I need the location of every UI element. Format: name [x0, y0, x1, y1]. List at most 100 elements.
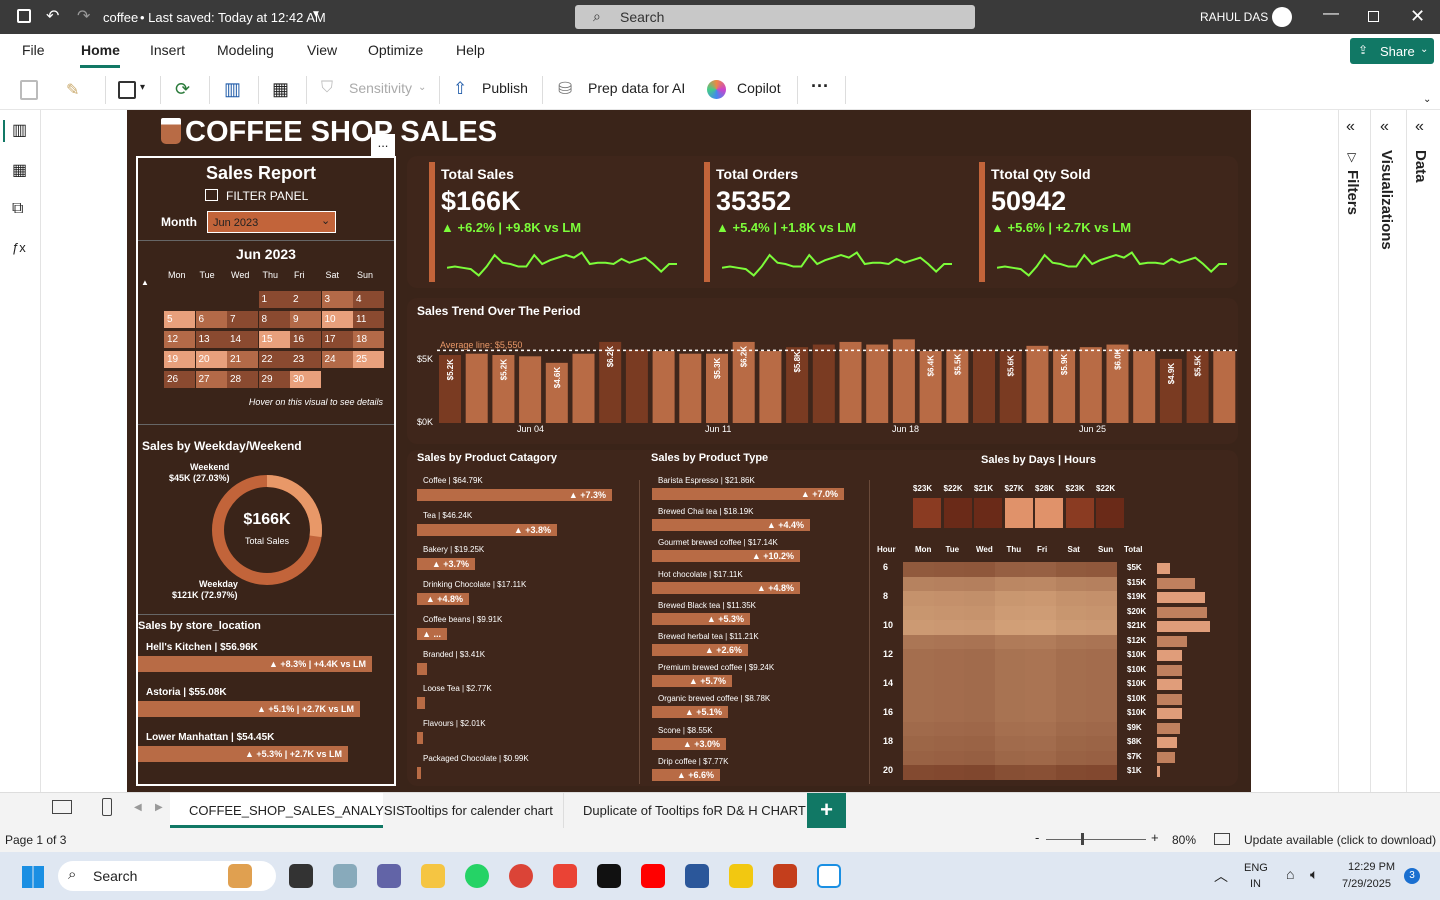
- heatmap-cell[interactable]: [903, 721, 934, 736]
- heatmap-cell[interactable]: [903, 692, 934, 707]
- product-type-bar[interactable]: ▲ +5.7%: [652, 675, 732, 688]
- heatmap-cell[interactable]: [994, 634, 1025, 649]
- hour-total-bar[interactable]: [1157, 621, 1210, 632]
- heatmap-cell[interactable]: [1025, 605, 1056, 620]
- mobile-layout-icon[interactable]: [102, 798, 112, 816]
- heatmap-cell[interactable]: [1086, 721, 1117, 736]
- chevron-down-icon[interactable]: ▼: [311, 9, 321, 20]
- hour-total-bar[interactable]: [1157, 635, 1188, 647]
- undo-icon[interactable]: ↶: [46, 6, 59, 26]
- heatmap-cell[interactable]: [1086, 591, 1117, 606]
- category-bar[interactable]: [417, 662, 427, 675]
- heatmap-cell[interactable]: [903, 707, 934, 722]
- region-indicator[interactable]: IN: [1250, 878, 1261, 890]
- heatmap-cell[interactable]: [994, 692, 1025, 707]
- heatmap-cell[interactable]: [933, 707, 964, 722]
- calendar-day[interactable]: 2: [290, 291, 321, 308]
- heatmap-cell[interactable]: [1055, 678, 1086, 693]
- trend-bar[interactable]: [812, 344, 835, 423]
- heatmap-cell[interactable]: [1025, 649, 1056, 664]
- minimize-icon[interactable]: —: [1323, 5, 1339, 23]
- product-type-bar[interactable]: ▲ +5.3%: [652, 612, 750, 625]
- heatmap-cell[interactable]: [1055, 576, 1086, 591]
- heatmap-cell[interactable]: [1055, 620, 1086, 635]
- hour-total-bar[interactable]: [1157, 722, 1180, 734]
- data-source-icon[interactable]: [118, 81, 136, 99]
- trend-bar[interactable]: [866, 344, 889, 423]
- heatmap-cell[interactable]: [964, 591, 995, 606]
- trend-bar[interactable]: [1026, 345, 1049, 423]
- heatmap-cell[interactable]: [1086, 707, 1117, 722]
- heatmap-cell[interactable]: [903, 620, 934, 635]
- heatmap-cell[interactable]: [964, 634, 995, 649]
- heatmap-cell[interactable]: [994, 620, 1025, 635]
- copilot-button[interactable]: Copilot: [737, 80, 781, 96]
- heatmap-cell[interactable]: [903, 562, 934, 577]
- product-type-bar[interactable]: ▲ +4.8%: [652, 581, 800, 594]
- heatmap-cell[interactable]: [1086, 663, 1117, 678]
- tab-coffee-shop-sales-analysis[interactable]: COFFEE_SHOP_SALES_ANALYSIS: [170, 793, 405, 828]
- trend-bar[interactable]: [679, 353, 702, 423]
- paste-icon[interactable]: [20, 80, 38, 100]
- heatmap-cell[interactable]: [933, 765, 964, 780]
- heatmap-cell[interactable]: [964, 649, 995, 664]
- calendar-day[interactable]: 29: [258, 371, 290, 388]
- day-total-bar[interactable]: [1096, 498, 1124, 528]
- visualizations-pane-tab[interactable]: Visualizations: [1378, 150, 1395, 250]
- heatmap-cell[interactable]: [964, 678, 995, 693]
- sensitivity-button[interactable]: Sensitivity: [349, 80, 412, 96]
- calendar-day[interactable]: 9: [290, 311, 321, 328]
- heatmap-cell[interactable]: [1025, 707, 1056, 722]
- format-painter-icon[interactable]: ✎: [66, 80, 79, 100]
- redo-icon[interactable]: ↷: [77, 6, 90, 26]
- calendar-day[interactable]: 25: [353, 351, 384, 368]
- data-pane-tab[interactable]: Data: [1412, 150, 1429, 183]
- calendar-day[interactable]: 27: [195, 371, 227, 388]
- heatmap-cell[interactable]: [1025, 678, 1056, 693]
- heatmap-cell[interactable]: [933, 576, 964, 591]
- day-total-bar[interactable]: [1004, 498, 1033, 528]
- heatmap-cell[interactable]: [994, 678, 1025, 693]
- heatmap-cell[interactable]: [964, 620, 995, 635]
- hour-total-bar[interactable]: [1157, 563, 1170, 574]
- product-type-bar[interactable]: ▲ +2.6%: [652, 644, 748, 656]
- calendar-day[interactable]: 6: [195, 311, 227, 328]
- volume-icon[interactable]: 🔈︎: [1310, 866, 1318, 883]
- calendar-day[interactable]: 11: [353, 311, 384, 328]
- trend-bar[interactable]: [1213, 351, 1236, 423]
- heatmap-cell[interactable]: [994, 721, 1025, 736]
- product-type-bar[interactable]: ▲ +5.1%: [652, 706, 728, 719]
- snipping-tool-icon[interactable]: [817, 864, 841, 888]
- product-type-bar[interactable]: ▲ +7.0%: [652, 488, 844, 500]
- heatmap-cell[interactable]: [1055, 721, 1086, 736]
- category-bar[interactable]: ▲ +7.3%: [417, 489, 612, 501]
- category-bar[interactable]: [417, 731, 423, 744]
- heatmap-cell[interactable]: [1025, 620, 1056, 635]
- heatmap-cell[interactable]: [933, 692, 964, 707]
- heatmap-cell[interactable]: [933, 562, 964, 577]
- heatmap-cell[interactable]: [994, 663, 1025, 678]
- zoom-in-button[interactable]: +: [1151, 830, 1159, 845]
- menu-help[interactable]: Help: [456, 42, 485, 58]
- calendar-day[interactable]: 1: [258, 291, 290, 308]
- heatmap-cell[interactable]: [1086, 736, 1117, 751]
- trend-bar[interactable]: [1133, 351, 1156, 423]
- hour-total-bar[interactable]: [1157, 664, 1183, 676]
- product-type-bar[interactable]: ▲ +3.0%: [652, 737, 726, 750]
- heatmap-cell[interactable]: [933, 591, 964, 606]
- heatmap-cell[interactable]: [1086, 765, 1117, 780]
- windows-start-icon[interactable]: [22, 866, 44, 888]
- prep-data-button[interactable]: Prep data for AI: [588, 80, 685, 96]
- heatmap-cell[interactable]: [994, 750, 1025, 765]
- network-icon[interactable]: ⌂: [1286, 866, 1294, 882]
- hour-total-bar[interactable]: [1157, 679, 1183, 690]
- heatmap-cell[interactable]: [903, 663, 934, 678]
- zoom-slider-thumb[interactable]: [1081, 833, 1084, 845]
- calendar-day[interactable]: 15: [258, 331, 290, 348]
- trend-bar[interactable]: [1079, 347, 1102, 423]
- calendar-day[interactable]: 14: [227, 331, 258, 348]
- heatmap-cell[interactable]: [903, 736, 934, 751]
- expand-visualizations-icon[interactable]: «: [1380, 118, 1389, 136]
- day-total-bar[interactable]: [1065, 498, 1094, 528]
- hour-total-bar[interactable]: [1157, 606, 1208, 618]
